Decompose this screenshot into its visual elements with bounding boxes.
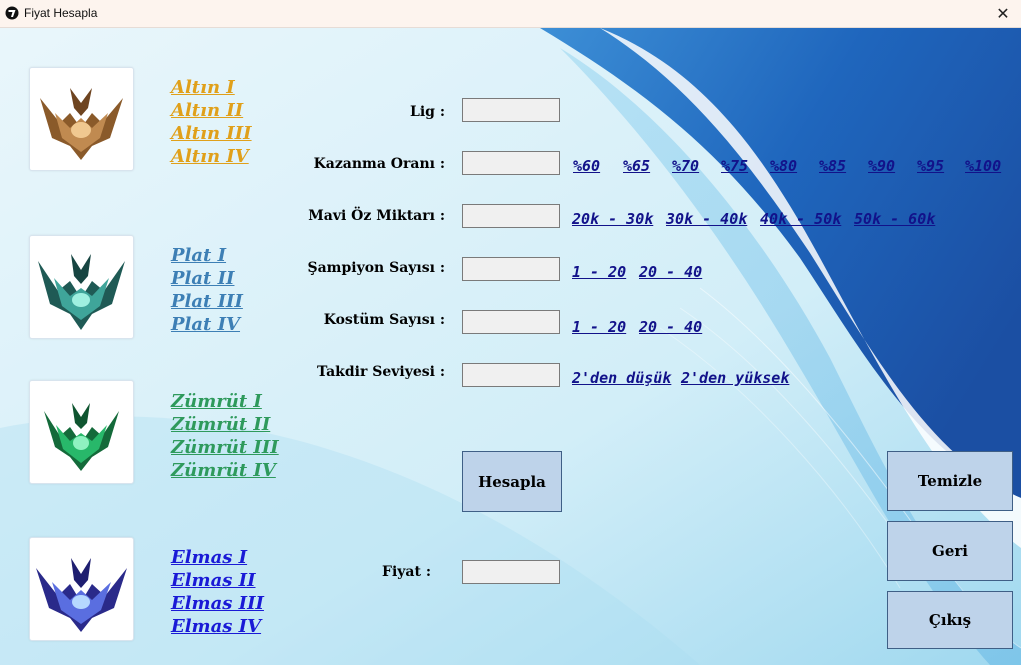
blue-essence-option-3[interactable]: 40k - 50k bbox=[760, 210, 841, 228]
exit-button[interactable]: Çıkış bbox=[887, 591, 1013, 649]
emerald-emblem bbox=[29, 380, 134, 484]
skin-option-1[interactable]: 1 - 20 bbox=[572, 318, 626, 336]
win-rate-option-95[interactable]: %95 bbox=[917, 157, 944, 175]
blue-essence-input[interactable] bbox=[462, 204, 560, 228]
blue-essence-option-2[interactable]: 30k - 40k bbox=[666, 210, 747, 228]
rank-link-gold-4[interactable]: Altın IV bbox=[171, 145, 249, 168]
blue-essence-option-4[interactable]: 50k - 60k bbox=[854, 210, 935, 228]
champion-count-label: Şampiyon Sayısı : bbox=[307, 260, 445, 276]
rank-link-gold-2[interactable]: Altın II bbox=[171, 99, 243, 122]
price-input[interactable] bbox=[462, 560, 560, 584]
main-panel: Altın I Altın II Altın III Altın IV Plat… bbox=[0, 28, 1021, 665]
win-rate-option-100[interactable]: %100 bbox=[965, 157, 1001, 175]
gold-emblem bbox=[29, 67, 134, 171]
plat-emblem bbox=[29, 235, 134, 339]
price-label: Fiyat : bbox=[382, 564, 431, 580]
rank-link-gold-1[interactable]: Altın I bbox=[171, 76, 235, 99]
close-icon: ✕ bbox=[996, 4, 1010, 23]
rank-link-plat-3[interactable]: Plat III bbox=[171, 290, 243, 313]
champion-count-input[interactable] bbox=[462, 257, 560, 281]
gold-emblem-icon bbox=[40, 88, 123, 160]
honor-level-input[interactable] bbox=[462, 363, 560, 387]
rank-link-plat-4[interactable]: Plat IV bbox=[171, 313, 240, 336]
close-button[interactable]: ✕ bbox=[985, 0, 1021, 27]
blue-essence-label: Mavi Öz Miktarı : bbox=[308, 208, 445, 224]
emerald-emblem-icon bbox=[44, 403, 119, 471]
win-rate-option-90[interactable]: %90 bbox=[868, 157, 895, 175]
diamond-emblem bbox=[29, 537, 134, 641]
back-button[interactable]: Geri bbox=[887, 521, 1013, 581]
honor-option-low[interactable]: 2'den düşük bbox=[572, 369, 671, 387]
lig-label: Lig : bbox=[410, 104, 445, 120]
win-rate-option-65[interactable]: %65 bbox=[623, 157, 650, 175]
win-rate-input[interactable] bbox=[462, 151, 560, 175]
skin-option-2[interactable]: 20 - 40 bbox=[639, 318, 702, 336]
lig-input[interactable] bbox=[462, 98, 560, 122]
win-rate-option-70[interactable]: %70 bbox=[672, 157, 699, 175]
champion-option-2[interactable]: 20 - 40 bbox=[639, 263, 702, 281]
skin-count-input[interactable] bbox=[462, 310, 560, 334]
window-title: Fiyat Hesapla bbox=[24, 6, 98, 20]
skin-count-label: Kostüm Sayısı : bbox=[323, 312, 445, 328]
plat-emblem-icon bbox=[38, 254, 125, 330]
blue-essence-option-1[interactable]: 20k - 30k bbox=[572, 210, 653, 228]
win-rate-option-60[interactable]: %60 bbox=[573, 157, 600, 175]
diamond-emblem-icon bbox=[36, 558, 127, 632]
honor-level-label: Takdir Seviyesi : bbox=[317, 364, 445, 380]
rank-link-gold-3[interactable]: Altın III bbox=[171, 122, 252, 145]
calculate-button[interactable]: Hesapla bbox=[462, 451, 562, 512]
rank-link-emerald-1[interactable]: Zümrüt I bbox=[171, 390, 262, 413]
win-rate-label: Kazanma Oranı : bbox=[313, 156, 445, 172]
champion-option-1[interactable]: 1 - 20 bbox=[572, 263, 626, 281]
win-rate-option-80[interactable]: %80 bbox=[770, 157, 797, 175]
app-logo-icon bbox=[5, 6, 19, 20]
rank-link-plat-1[interactable]: Plat I bbox=[171, 244, 226, 267]
rank-link-plat-2[interactable]: Plat II bbox=[171, 267, 234, 290]
rank-link-emerald-4[interactable]: Zümrüt IV bbox=[171, 459, 276, 482]
rank-link-emerald-3[interactable]: Zümrüt III bbox=[171, 436, 279, 459]
rank-link-diamond-4[interactable]: Elmas IV bbox=[171, 615, 261, 638]
rank-link-diamond-3[interactable]: Elmas III bbox=[171, 592, 264, 615]
rank-link-diamond-1[interactable]: Elmas I bbox=[171, 546, 247, 569]
title-bar: Fiyat Hesapla ✕ bbox=[0, 0, 1021, 28]
honor-option-high[interactable]: 2'den yüksek bbox=[681, 369, 789, 387]
rank-link-emerald-2[interactable]: Zümrüt II bbox=[171, 413, 270, 436]
clear-button[interactable]: Temizle bbox=[887, 451, 1013, 511]
rank-link-diamond-2[interactable]: Elmas II bbox=[171, 569, 256, 592]
win-rate-option-75[interactable]: %75 bbox=[721, 157, 748, 175]
win-rate-option-85[interactable]: %85 bbox=[819, 157, 846, 175]
